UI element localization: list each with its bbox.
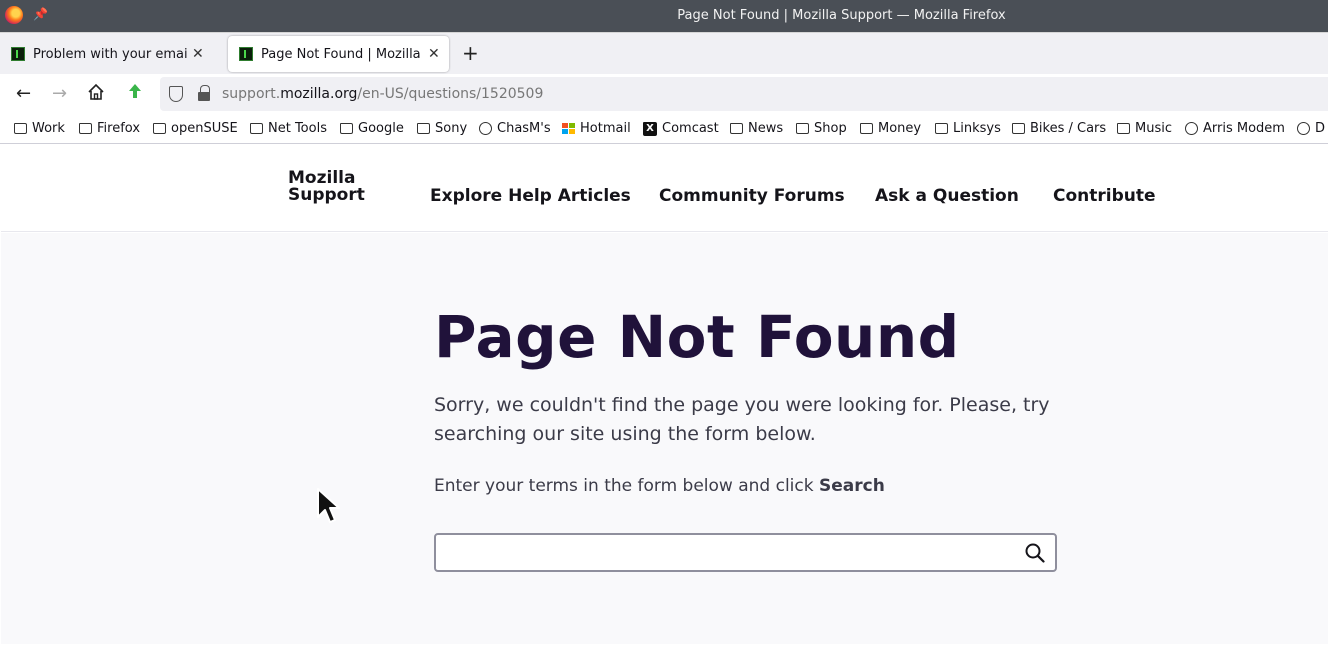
globe-icon [479, 122, 492, 135]
back-arrow-icon[interactable]: ← [16, 83, 31, 104]
tab-bar: Problem with your email | ✕ Page Not Fou… [0, 32, 1328, 74]
nav-contribute[interactable]: Contribute [1053, 186, 1156, 206]
extension-recycle-icon[interactable] [126, 83, 144, 106]
main-content: Page Not Found Sorry, we couldn't find t… [1, 233, 1328, 644]
bookmark-net-tools[interactable]: Net Tools [250, 121, 327, 136]
folder-icon [340, 123, 353, 134]
bookmark-sony[interactable]: Sony [417, 121, 467, 136]
window-title: Page Not Found | Mozilla Support — Mozil… [677, 8, 1006, 23]
folder-icon [796, 123, 809, 134]
bookmarks-toolbar: Work Firefox openSUSE Net Tools Google S… [0, 114, 1328, 144]
error-message: Sorry, we couldn't find the page you wer… [434, 394, 1050, 445]
bookmark-opensuse[interactable]: openSUSE [153, 121, 238, 136]
lock-icon[interactable] [198, 85, 210, 101]
bookmark-chasms[interactable]: ChasM's [479, 121, 551, 136]
bookmark-firefox[interactable]: Firefox [79, 121, 140, 136]
bookmark-arris-modem[interactable]: Arris Modem [1185, 121, 1285, 136]
bookmark-bikes-cars[interactable]: Bikes / Cars [1012, 121, 1106, 136]
close-tab-icon[interactable]: ✕ [192, 46, 204, 62]
bookmark-news[interactable]: News [730, 121, 783, 136]
folder-icon [935, 123, 948, 134]
folder-icon [417, 123, 430, 134]
site-favicon-icon [11, 47, 25, 61]
mouse-cursor-icon [317, 488, 340, 523]
bookmark-comcast[interactable]: X Comcast [643, 121, 719, 136]
globe-icon [1185, 122, 1198, 135]
site-favicon-icon [239, 47, 253, 61]
site-header: Mozilla Support Explore Help Articles Co… [1, 145, 1328, 232]
globe-icon [1297, 122, 1310, 135]
folder-icon [79, 123, 92, 134]
tab-label: Page Not Found | Mozilla S [261, 46, 424, 62]
bookmark-money[interactable]: Money [860, 121, 921, 136]
new-tab-button[interactable]: + [462, 41, 479, 65]
tab-problem-email[interactable]: Problem with your email | ✕ [0, 36, 225, 72]
tracking-protection-shield-icon[interactable] [169, 86, 183, 102]
folder-icon [1012, 123, 1025, 134]
close-tab-icon[interactable]: ✕ [428, 46, 440, 62]
nav-toolbar: ← → support.mozilla.org/en-US/questions/… [0, 74, 1328, 114]
search-form [434, 533, 1057, 572]
forward-arrow-icon[interactable]: → [52, 83, 67, 104]
folder-icon [250, 123, 263, 134]
url-text[interactable]: support.mozilla.org/en-US/questions/1520… [222, 86, 543, 102]
search-hint: Enter your terms in the form below and c… [434, 476, 885, 496]
folder-icon [14, 123, 27, 134]
page-title: Page Not Found [434, 303, 960, 371]
url-bar[interactable]: support.mozilla.org/en-US/questions/1520… [160, 77, 1328, 111]
search-icon[interactable] [1025, 543, 1045, 563]
bookmark-work[interactable]: Work [14, 121, 65, 136]
folder-icon [153, 123, 166, 134]
bookmark-google[interactable]: Google [340, 121, 404, 136]
home-icon[interactable] [87, 83, 105, 106]
bookmark-hotmail[interactable]: Hotmail [562, 121, 631, 136]
nav-ask-a-question[interactable]: Ask a Question [875, 186, 1019, 206]
bookmark-shop[interactable]: Shop [796, 121, 847, 136]
page-footer [1, 644, 1328, 663]
nav-explore-help-articles[interactable]: Explore Help Articles [430, 186, 631, 206]
tab-label: Problem with your email | [33, 46, 188, 62]
web-page: Mozilla Support Explore Help Articles Co… [1, 145, 1328, 663]
folder-icon [730, 123, 743, 134]
search-input[interactable] [444, 541, 1014, 565]
microsoft-logo-icon [562, 123, 575, 134]
tab-page-not-found[interactable]: Page Not Found | Mozilla S ✕ [228, 36, 449, 72]
bookmark-linksys[interactable]: Linksys [935, 121, 1001, 136]
bookmark-music[interactable]: Music [1117, 121, 1172, 136]
bookmark-d[interactable]: D [1297, 121, 1325, 136]
window-titlebar: 📌 Page Not Found | Mozilla Support — Moz… [0, 0, 1328, 32]
x-logo-icon: X [643, 121, 657, 136]
folder-icon [1117, 123, 1130, 134]
mozilla-support-logo[interactable]: Mozilla Support [288, 170, 365, 204]
folder-icon [860, 123, 873, 134]
nav-community-forums[interactable]: Community Forums [659, 186, 845, 206]
